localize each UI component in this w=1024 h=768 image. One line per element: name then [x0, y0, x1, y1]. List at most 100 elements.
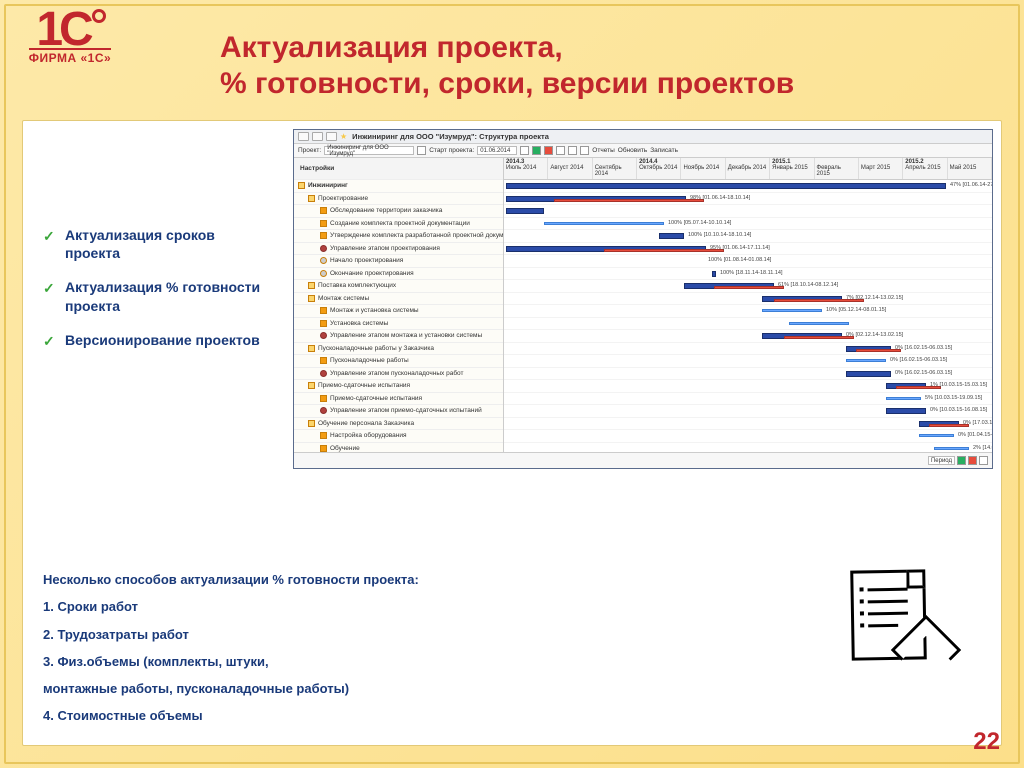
gantt-bar[interactable]	[506, 208, 544, 214]
gantt-label: 47% [01.06.14-27.04.15]	[950, 182, 992, 188]
task-icon	[308, 195, 315, 202]
start-label: Старт проекта:	[429, 147, 474, 154]
gantt-bar[interactable]	[919, 434, 954, 437]
gantt-bar[interactable]	[544, 222, 664, 225]
gantt-bar[interactable]	[789, 322, 849, 325]
toolbar-icon[interactable]	[520, 146, 529, 155]
task-row[interactable]: Управление этапом проектирования	[294, 243, 503, 256]
task-icon	[308, 420, 315, 427]
task-row[interactable]: Начало проектирования	[294, 255, 503, 268]
task-row[interactable]: Пусконаладочные работы	[294, 355, 503, 368]
home-icon[interactable]	[298, 132, 309, 141]
task-row[interactable]: Инжиниринг	[294, 180, 503, 193]
task-row[interactable]: Проектирование	[294, 193, 503, 206]
gantt-row: 47% [01.06.14-27.04.15]	[504, 180, 992, 193]
gantt-bar[interactable]	[886, 408, 926, 414]
task-row[interactable]: Утверждение комплекта разработанной прое…	[294, 230, 503, 243]
gantt-label: 98% [01.06.14-18.10.14]	[690, 195, 750, 201]
bullet-text: Версионирование проектов	[65, 331, 260, 349]
gantt-bar[interactable]	[886, 397, 921, 400]
gantt-label: 5% [10.03.15-19.09.15]	[925, 395, 982, 401]
task-name: Обследование территории заказчика	[330, 207, 442, 214]
bullet-item: ✓ Актуализация сроков проекта	[43, 226, 263, 262]
task-row[interactable]: Монтаж системы	[294, 293, 503, 306]
task-row[interactable]: Обследование территории заказчика	[294, 205, 503, 218]
reports-button[interactable]: Отчеты	[592, 147, 614, 154]
task-row[interactable]: Пусконаладочные работы у Заказчика	[294, 343, 503, 356]
footer-toolbar: Период	[294, 452, 992, 468]
gantt-row: 98% [01.06.14-18.10.14]	[504, 193, 992, 206]
task-row[interactable]: Поставка комплектующих	[294, 280, 503, 293]
gantt-label: 1% [10.03.15-15.03.15]	[930, 382, 987, 388]
timeline-column: Декабрь 2014	[726, 158, 770, 179]
gantt-bar[interactable]	[712, 271, 716, 277]
task-row[interactable]: Приемо-сдаточные испытания	[294, 393, 503, 406]
check-icon: ✓	[43, 279, 55, 297]
bottom-text: Несколько способов актуализации % готовн…	[43, 566, 419, 730]
gantt-bar[interactable]	[506, 183, 946, 189]
task-icon	[308, 382, 315, 389]
toolbar-icon[interactable]	[532, 146, 541, 155]
forward-icon[interactable]	[326, 132, 337, 141]
task-icon	[320, 407, 327, 414]
task-row[interactable]: Обучение	[294, 443, 503, 453]
bottom-item: 4. Стоимостные объемы	[43, 702, 419, 729]
task-icon	[308, 282, 315, 289]
window-titlebar: ★ Инжиниринг для ООО "Изумруд": Структур…	[294, 130, 992, 144]
save-button[interactable]: Записать	[650, 147, 678, 154]
task-row[interactable]: Управление этапом монтажа и установки си…	[294, 330, 503, 343]
task-name: Обучение	[330, 445, 360, 452]
task-row[interactable]: Управление этапом пусконаладочных работ	[294, 368, 503, 381]
title-line-2: % готовности, сроки, версии проектов	[220, 66, 994, 102]
start-date-field[interactable]: 01.06.2014	[477, 146, 517, 155]
task-icon	[308, 345, 315, 352]
task-name: Поставка комплектующих	[318, 282, 396, 289]
back-icon[interactable]	[312, 132, 323, 141]
timeline[interactable]: 2014.3Июль 2014 Август 2014 Сентябрь 201…	[504, 158, 992, 452]
gantt-row: 10% [05.12.14-08.01.15]	[504, 305, 992, 318]
task-row[interactable]: Настройка оборудования	[294, 430, 503, 443]
toolbar-icon[interactable]	[544, 146, 553, 155]
gantt-label: 0% [16.02.15-06.03.15]	[895, 370, 952, 376]
toolbar-icon[interactable]	[556, 146, 565, 155]
task-icon	[320, 307, 327, 314]
gantt-label: 95% [01.06.14-17.11.14]	[710, 245, 770, 251]
toolbar-icon[interactable]	[580, 146, 589, 155]
timeline-column: 2014.4Октябрь 2014	[637, 158, 681, 179]
gantt-bar[interactable]	[659, 233, 684, 239]
gantt-label: 0% [16.02.15-06.03.15]	[895, 345, 952, 351]
refresh-button[interactable]: Обновить	[618, 147, 647, 154]
star-icon[interactable]: ★	[340, 132, 347, 141]
gantt-row: 0% [16.02.15-06.03.15]	[504, 343, 992, 356]
gantt-row: 95% [01.06.14-17.11.14]	[504, 243, 992, 256]
gantt-label: 100% [18.11.14-18.11.14]	[720, 270, 783, 276]
settings-button[interactable]: Настройки	[296, 165, 334, 172]
footer-icon[interactable]	[979, 456, 988, 465]
gantt-bar-overlay	[714, 286, 784, 289]
task-row[interactable]: Установка системы	[294, 318, 503, 331]
gantt-bar[interactable]	[846, 371, 891, 377]
task-row[interactable]: Приемо-сдаточные испытания	[294, 380, 503, 393]
clear-icon[interactable]	[417, 146, 426, 155]
task-row[interactable]: Окончание проектирования	[294, 268, 503, 281]
gantt-bar[interactable]	[846, 359, 886, 362]
period-button[interactable]: Период	[928, 456, 955, 465]
task-row[interactable]: Управление этапом приемо-сдаточных испыт…	[294, 405, 503, 418]
timeline-column: 2015.1Январь 2015	[770, 158, 814, 179]
gantt-label: 2% [14.04.15-27.04.15]	[973, 445, 992, 451]
gantt-row: 0% [16.02.15-06.03.15]	[504, 368, 992, 381]
project-field[interactable]: Инжиниринг для ООО "Изумруд"	[324, 146, 414, 155]
toolbar-icon[interactable]	[568, 146, 577, 155]
gantt-bar[interactable]	[762, 309, 822, 312]
zoom-out-icon[interactable]	[968, 456, 977, 465]
task-tree[interactable]: Настройки ИнжинирингПроектированиеОбслед…	[294, 158, 504, 452]
task-row[interactable]: Обучение персонала Заказчика	[294, 418, 503, 431]
gantt-bar-overlay	[784, 336, 854, 339]
task-row[interactable]: Создание комплекта проектной документаци…	[294, 218, 503, 231]
zoom-in-icon[interactable]	[957, 456, 966, 465]
gantt-bar[interactable]	[934, 447, 969, 450]
task-name: Окончание проектирования	[330, 270, 414, 277]
gantt-row: 1% [10.03.15-15.03.15]	[504, 380, 992, 393]
task-icon	[320, 232, 327, 239]
task-row[interactable]: Монтаж и установка системы	[294, 305, 503, 318]
